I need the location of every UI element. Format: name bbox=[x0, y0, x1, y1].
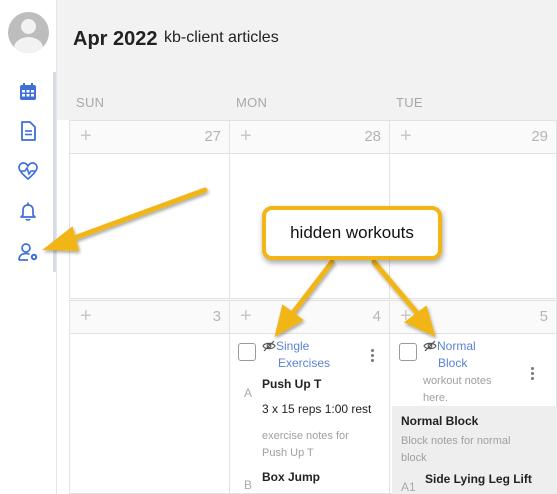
day-cell[interactable] bbox=[69, 333, 230, 494]
hidden-eye-icon bbox=[423, 340, 437, 352]
workout-title-line2[interactable]: Block bbox=[438, 354, 467, 372]
sidebar-item-health[interactable] bbox=[14, 157, 42, 185]
page-title-month: Apr 2022 bbox=[73, 28, 158, 50]
workout-checkbox[interactable] bbox=[238, 343, 256, 361]
workout-notes-line1: workout notes bbox=[423, 375, 492, 387]
bell-icon bbox=[20, 202, 36, 221]
day-cell-header: + 5 bbox=[389, 300, 557, 334]
calendar-icon bbox=[20, 83, 36, 100]
weekday-sun: SUN bbox=[76, 95, 105, 110]
hidden-eye-icon bbox=[262, 340, 276, 352]
block-exercise-name[interactable]: Side Lying Leg Lift bbox=[425, 472, 532, 486]
heart-pulse-icon bbox=[18, 162, 38, 181]
day-number: 28 bbox=[364, 128, 381, 145]
day-number: 29 bbox=[531, 128, 548, 145]
sidebar-item-account-settings[interactable] bbox=[14, 238, 42, 266]
day-cell-header: + 28 bbox=[229, 120, 390, 154]
document-icon bbox=[21, 121, 36, 141]
day-number: 5 bbox=[539, 308, 548, 325]
exercise-notes-line2: Push Up T bbox=[262, 447, 314, 459]
block-notes-line2: block bbox=[401, 452, 427, 464]
sidebar bbox=[0, 0, 57, 494]
day-cell[interactable] bbox=[69, 153, 230, 299]
add-workout-button[interactable]: + bbox=[240, 305, 252, 328]
exercise-name[interactable]: Box Jump bbox=[262, 470, 320, 484]
sidebar-item-documents[interactable] bbox=[14, 117, 42, 145]
block-title: Normal Block bbox=[401, 414, 479, 428]
block-notes-line1: Block notes for normal bbox=[401, 435, 511, 447]
weekday-tue: TUE bbox=[396, 95, 423, 110]
page-title-client: kb-client articles bbox=[164, 29, 279, 46]
avatar-body bbox=[14, 37, 43, 53]
hidden-workouts-callout: hidden workouts bbox=[262, 206, 442, 260]
day-cell-header: + 4 bbox=[229, 300, 390, 334]
workout-block[interactable]: Normal Block Block notes for normal bloc… bbox=[392, 406, 557, 494]
workout-title-link[interactable]: Single bbox=[262, 337, 309, 355]
day-cell-header: + 3 bbox=[69, 300, 230, 334]
exercise-label: A bbox=[244, 386, 253, 400]
user-settings-icon bbox=[18, 243, 38, 261]
avatar[interactable] bbox=[8, 12, 49, 53]
sidebar-scroll-indicator bbox=[53, 72, 56, 272]
workout-title-line2[interactable]: Exercises bbox=[278, 354, 330, 372]
avatar-head bbox=[21, 19, 36, 34]
weekday-mon: MON bbox=[236, 95, 268, 110]
day-number: 27 bbox=[204, 128, 221, 145]
workout-title-line1: Normal bbox=[437, 339, 476, 353]
workout-title-line1: Single bbox=[276, 339, 310, 353]
day-cell-header: + 27 bbox=[69, 120, 230, 154]
workout-checkbox[interactable] bbox=[399, 343, 417, 361]
add-workout-button[interactable]: + bbox=[400, 305, 412, 328]
workout-title-link[interactable]: Normal bbox=[423, 337, 476, 355]
exercise-name[interactable]: Push Up T bbox=[262, 377, 321, 391]
workout-notes-line2: here. bbox=[423, 392, 449, 404]
add-workout-button[interactable]: + bbox=[400, 125, 412, 148]
exercise-label: B bbox=[244, 478, 253, 492]
add-workout-button[interactable]: + bbox=[80, 125, 92, 148]
day-number: 3 bbox=[212, 308, 221, 325]
day-cell-header: + 29 bbox=[389, 120, 557, 154]
day-number: 4 bbox=[372, 308, 381, 325]
exercise-reps: 3 x 15 reps 1:00 rest bbox=[262, 402, 372, 416]
sidebar-item-notifications[interactable] bbox=[14, 197, 42, 225]
exercise-notes-line1: exercise notes for bbox=[262, 430, 349, 442]
workout-menu-button[interactable] bbox=[531, 365, 534, 382]
add-workout-button[interactable]: + bbox=[80, 305, 92, 328]
add-workout-button[interactable]: + bbox=[240, 125, 252, 148]
calendar-header: Apr 2022 kb-client articles bbox=[57, 0, 557, 80]
weekday-header: SUN MON TUE bbox=[57, 80, 557, 120]
block-exercise-label: A1 bbox=[401, 480, 416, 494]
sidebar-item-calendar[interactable] bbox=[14, 78, 42, 106]
workout-menu-button[interactable] bbox=[371, 347, 374, 364]
